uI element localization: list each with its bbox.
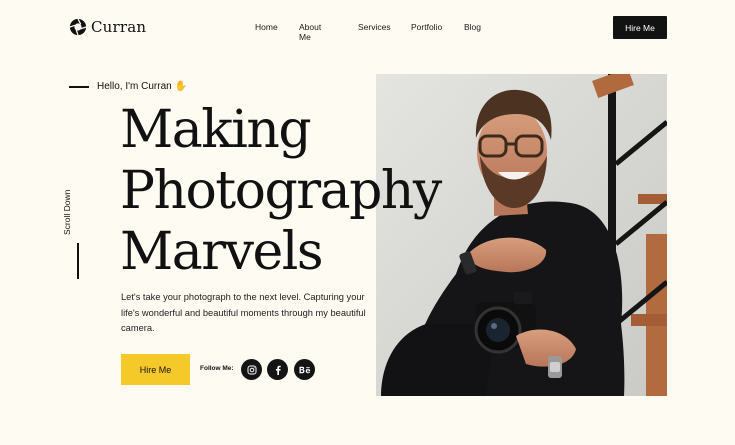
headline-line-3: Marvels xyxy=(120,222,324,282)
nav-item-about-me[interactable]: About Me xyxy=(299,22,321,42)
facebook-glyph xyxy=(275,365,281,375)
greeting-divider xyxy=(69,86,89,88)
behance-glyph xyxy=(299,366,310,373)
headline-line-2: Photography xyxy=(120,161,442,221)
waving-hand-icon: ✋ xyxy=(174,81,188,92)
headline-line-1: Making xyxy=(120,100,312,160)
instagram-glyph xyxy=(247,365,256,374)
hero-headline: Making Photography Marvels xyxy=(120,100,442,283)
header-hire-me-button[interactable]: Hire Me xyxy=(613,16,667,39)
greeting: Hello, I'm Curran ✋ xyxy=(97,81,187,92)
scroll-down-label[interactable]: Scroll Down xyxy=(62,190,72,235)
nav-item-services[interactable]: Services xyxy=(358,22,391,32)
scroll-indicator-line xyxy=(77,243,79,279)
nav-item-home[interactable]: Home xyxy=(255,22,278,32)
nav-item-blog[interactable]: Blog xyxy=(464,22,481,32)
page: Curran Home About Me Services Portfolio … xyxy=(0,0,735,445)
hero-hire-me-button[interactable]: Hire Me xyxy=(121,354,190,385)
brand-name: Curran xyxy=(91,18,147,36)
facebook-icon[interactable] xyxy=(267,359,288,380)
greeting-text: Hello, I'm Curran xyxy=(97,81,172,92)
hero-description: Let's take your photograph to the next l… xyxy=(121,292,366,333)
camera-aperture-icon xyxy=(69,18,87,36)
nav-item-portfolio[interactable]: Portfolio xyxy=(411,22,442,32)
behance-icon[interactable] xyxy=(294,359,315,380)
follow-me-label: Follow Me: xyxy=(200,365,234,372)
instagram-icon[interactable] xyxy=(241,359,262,380)
brand-logo[interactable]: Curran xyxy=(69,18,146,36)
